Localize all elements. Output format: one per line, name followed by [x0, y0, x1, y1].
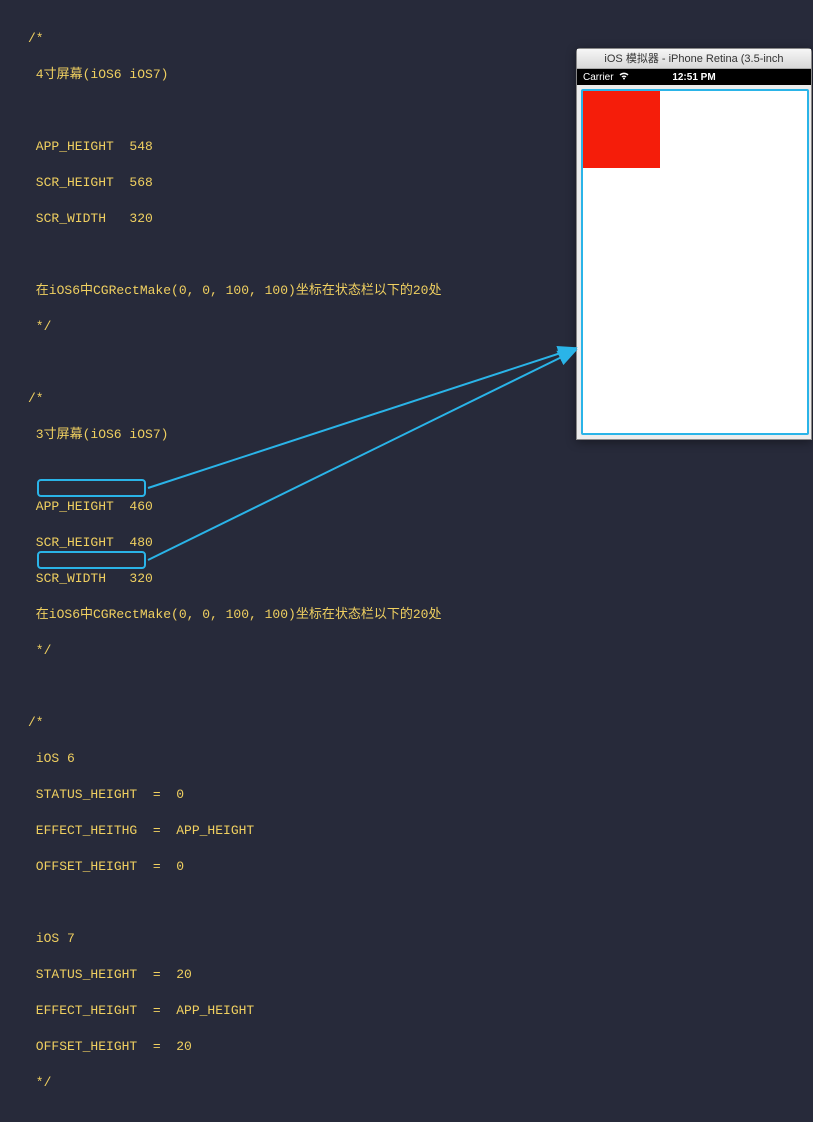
code-line: */: [28, 1074, 785, 1092]
code-line: EFFECT_HEIGHT = APP_HEIGHT: [28, 1002, 785, 1020]
code-line: SCR_HEIGHT 480: [28, 534, 785, 552]
code-line: STATUS_HEIGHT = 20: [28, 966, 785, 984]
code-line: */: [28, 642, 785, 660]
code-line: OFFSET_HEIGHT = 20: [28, 1038, 785, 1056]
code-line: iOS 7: [28, 930, 785, 948]
code-line: [28, 894, 785, 912]
code-line: EFFECT_HEITHG = APP_HEIGHT: [28, 822, 785, 840]
code-line: SCR_WIDTH 320: [28, 570, 785, 588]
simulator-viewport[interactable]: [581, 89, 809, 435]
simulator-statusbar: Carrier 12:51 PM: [577, 69, 811, 85]
red-view: [583, 91, 660, 168]
code-line: [28, 462, 785, 480]
code-line: /*: [28, 30, 785, 48]
code-line: OFFSET_HEIGHT = 0: [28, 858, 785, 876]
code-line: STATUS_HEIGHT = 0: [28, 786, 785, 804]
status-time: 12:51 PM: [577, 72, 811, 83]
code-line: APP_HEIGHT 460: [28, 498, 785, 516]
simulator-titlebar[interactable]: iOS 模拟器 - iPhone Retina (3.5-inch: [577, 49, 811, 69]
code-line: iOS 6: [28, 750, 785, 768]
code-line: 在iOS6中CGRectMake(0, 0, 100, 100)坐标在状态栏以下…: [28, 606, 785, 624]
code-line: /*: [28, 714, 785, 732]
ios-simulator-window[interactable]: iOS 模拟器 - iPhone Retina (3.5-inch Carrie…: [576, 48, 812, 440]
code-line: [28, 678, 785, 696]
